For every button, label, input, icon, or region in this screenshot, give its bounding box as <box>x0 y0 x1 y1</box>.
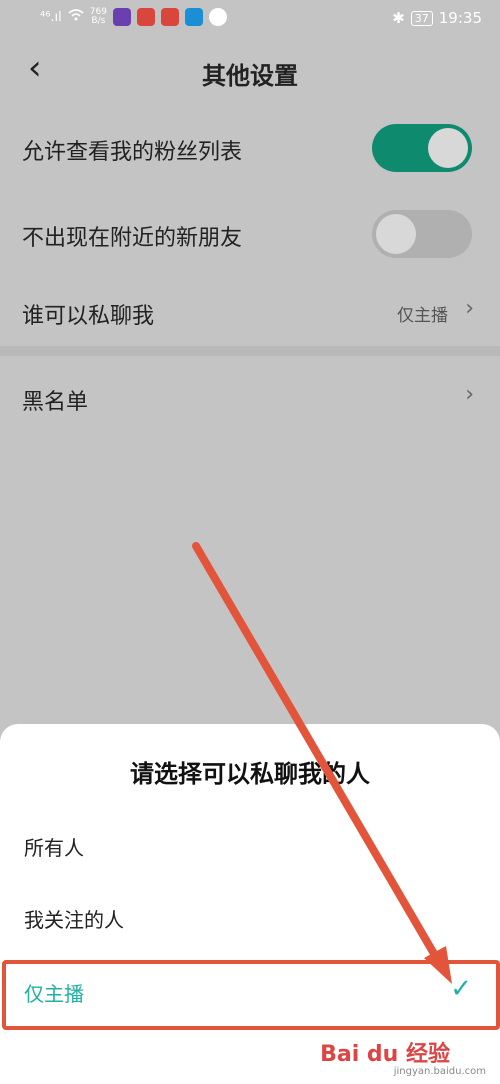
baidu-watermark: Bai du 经验 <box>320 1042 450 1067</box>
watermark-url: jingyan.baidu.com <box>393 1066 486 1077</box>
annotation-arrow <box>192 542 452 984</box>
screen: ⁴⁶.ıl 769 B/s ✱ 37 19:35 ‹ 其他设置 允许查看我的粉丝… <box>0 0 500 1084</box>
